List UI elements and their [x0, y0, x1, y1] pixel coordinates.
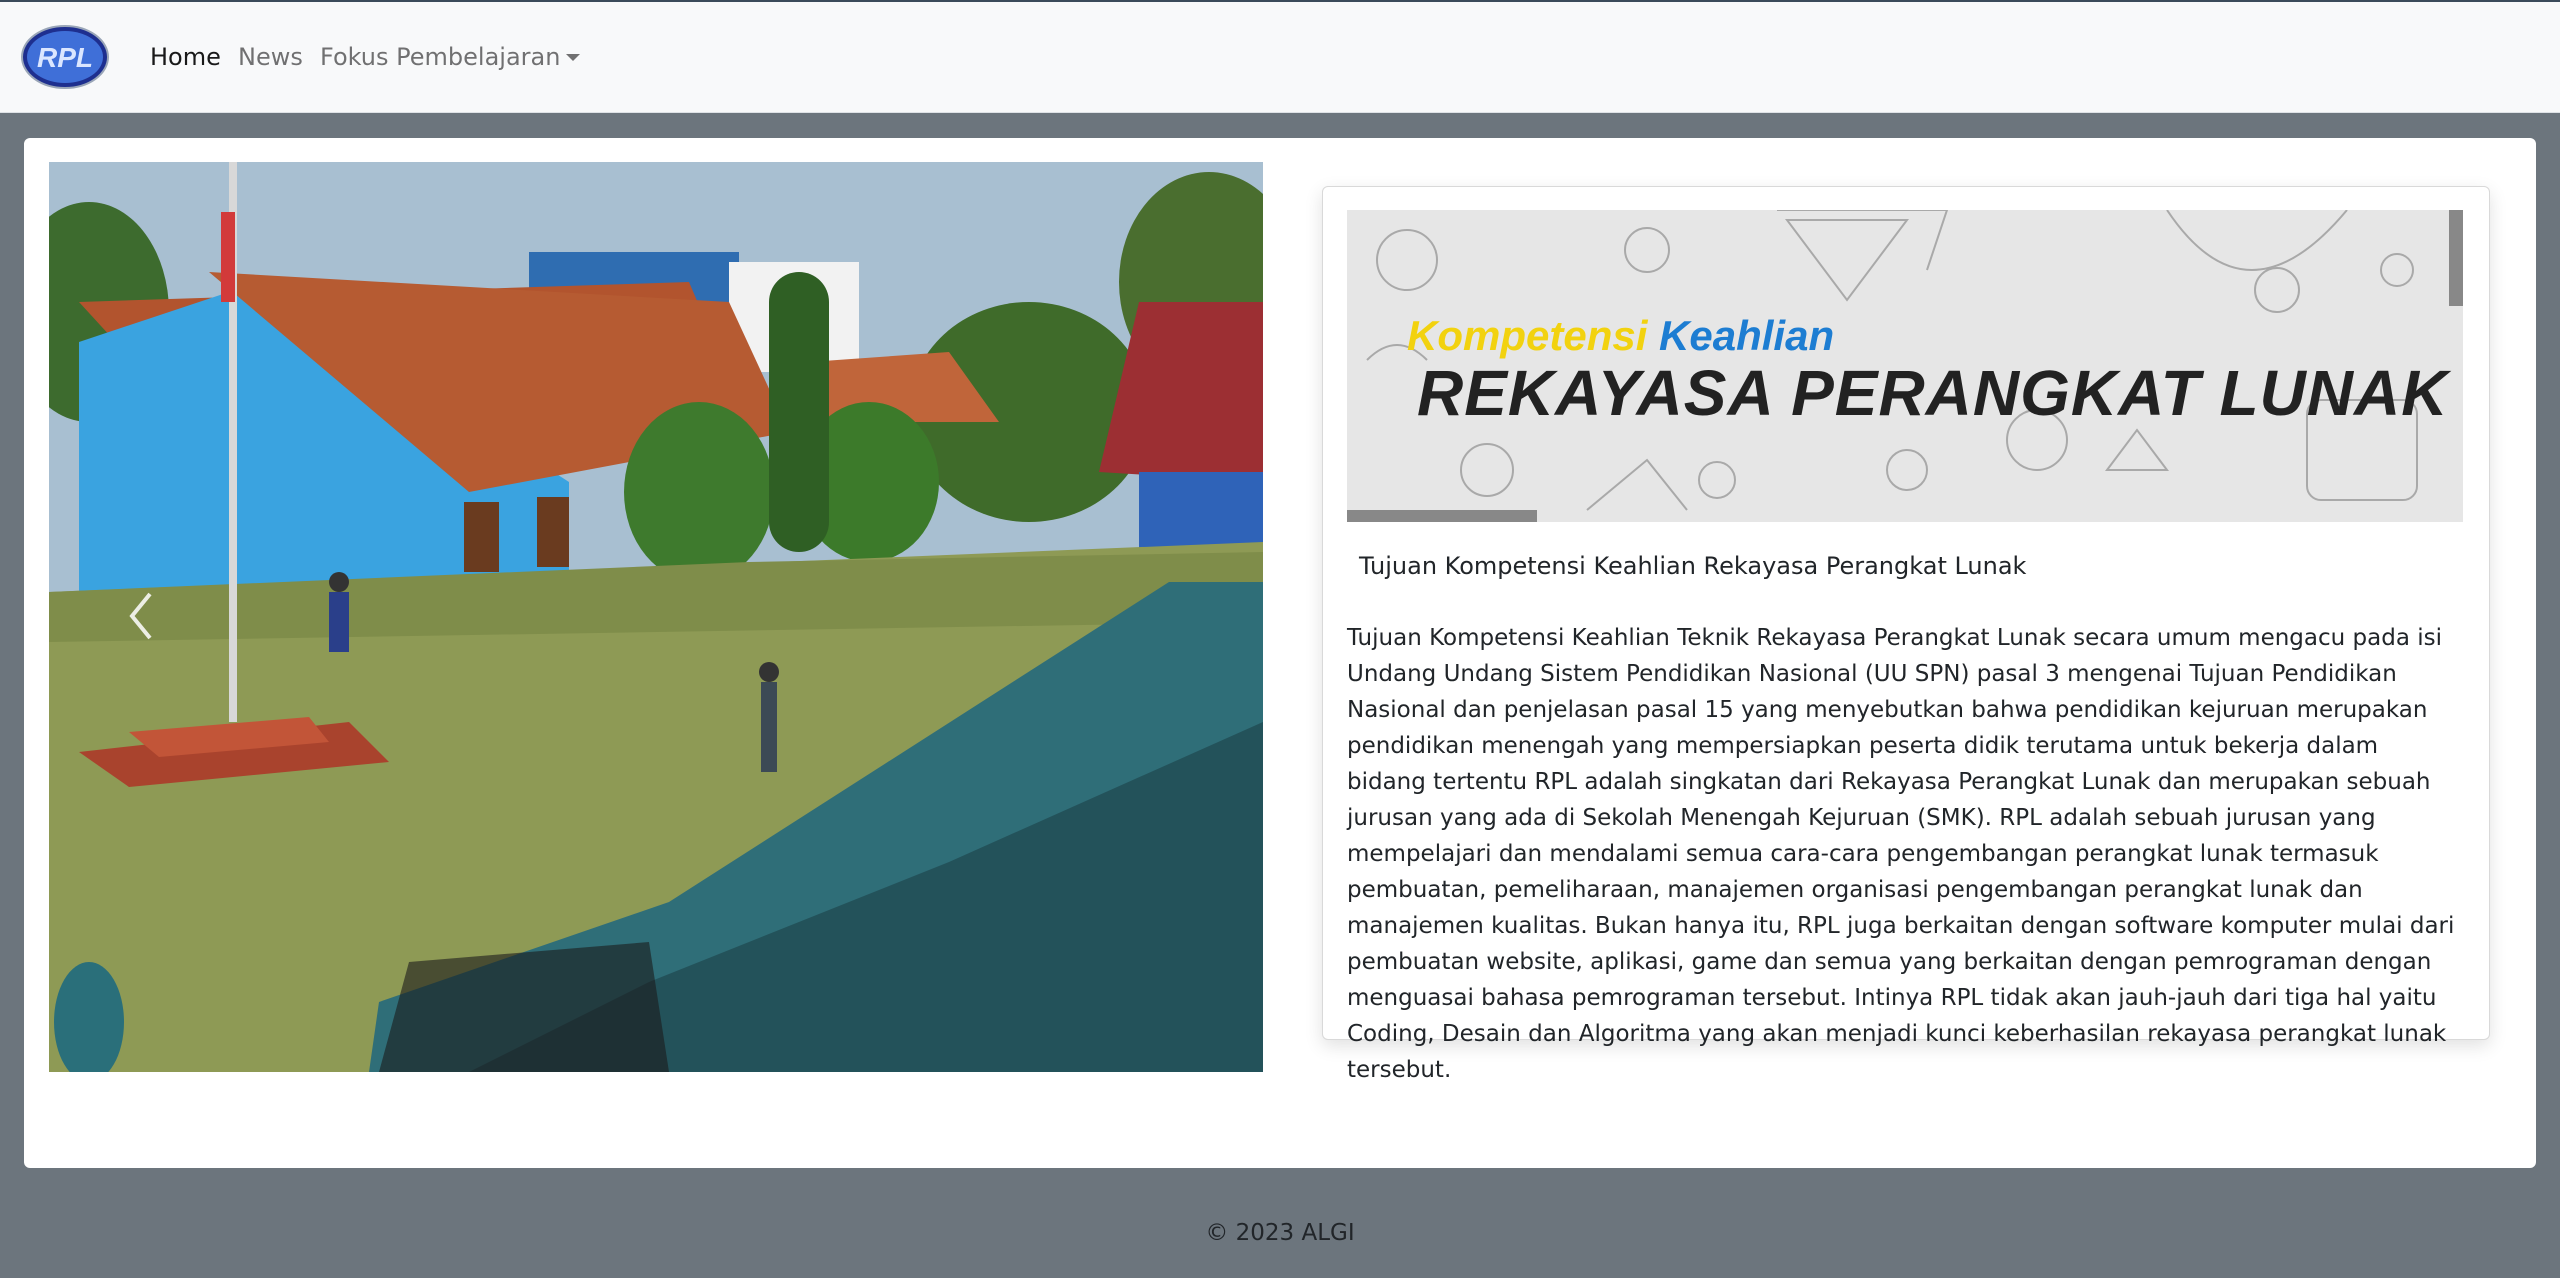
- navbar: RPL Home News Fokus Pembelajaran: [0, 2, 2560, 113]
- image-carousel[interactable]: [49, 162, 1263, 1072]
- card-title: Tujuan Kompetensi Keahlian Rekayasa Pera…: [1359, 552, 2027, 580]
- banner-heading-large: REKAYASA PERANGKAT LUNAK: [1417, 357, 2449, 429]
- carousel-photo: [49, 162, 1263, 1072]
- banner-vertical-scrollbar[interactable]: [2449, 210, 2463, 306]
- chevron-left-icon[interactable]: [118, 580, 164, 652]
- banner-keahlian: Keahlian: [1659, 312, 1835, 359]
- banner-kompetensi: Kompetensi: [1407, 312, 1648, 359]
- nav-fokus-pembelajaran-dropdown[interactable]: Fokus Pembelajaran: [320, 42, 581, 72]
- nav-news[interactable]: News: [238, 42, 303, 72]
- banner-image: Kompetensi Keahlian REKAYASA PERANGKAT L…: [1347, 210, 2463, 522]
- rpl-logo[interactable]: RPL: [20, 24, 110, 90]
- logo-text: RPL: [37, 42, 93, 73]
- nav-home[interactable]: Home: [150, 42, 221, 72]
- banner-horizontal-scrollbar[interactable]: [1347, 510, 1537, 522]
- card-text: Tujuan Kompetensi Keahlian Teknik Rekaya…: [1347, 625, 2455, 1083]
- caret-down-icon: [566, 54, 581, 61]
- banner-heading-small: Kompetensi Keahlian: [1407, 312, 1834, 360]
- footer-copyright: © 2023 ALGI: [1205, 1220, 1355, 1246]
- nav-fokus-label: Fokus Pembelajaran: [320, 43, 561, 71]
